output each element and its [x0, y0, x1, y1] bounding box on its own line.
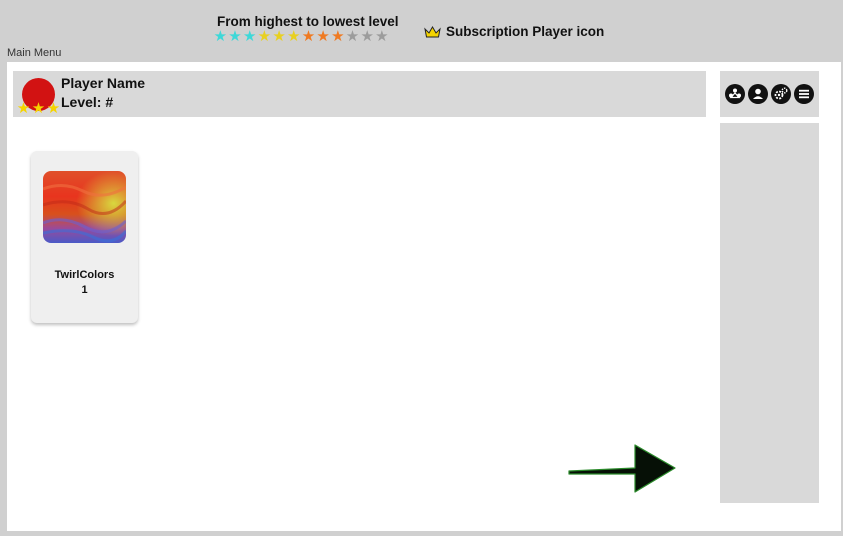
level-star-icon: ★ [360, 28, 374, 45]
crown-icon [424, 25, 441, 37]
subscription-legend: Subscription Player icon [424, 24, 604, 39]
game-title: TwirlColors [54, 269, 115, 281]
level-star-icon: ★ [316, 28, 330, 45]
level-star-icon: ★ [228, 28, 242, 45]
rank-star-icon: ★ [16, 100, 31, 117]
player-rank-stars: ★ ★ ★ [16, 101, 61, 117]
subscription-label: Subscription Player icon [446, 24, 605, 39]
menu-icon[interactable] [794, 84, 814, 104]
level-star-icon: ★ [331, 28, 345, 45]
legend-title: From highest to lowest level [217, 14, 399, 29]
game-count: 1 [81, 284, 88, 296]
main-menu-label: Main Menu [7, 47, 62, 59]
level-star-icon: ★ [301, 28, 316, 45]
game-card[interactable]: TwirlColors 1 [31, 151, 138, 323]
toolbar [720, 71, 819, 117]
rank-star-icon: ★ [46, 100, 61, 117]
arrow-right-icon[interactable] [563, 441, 679, 497]
level-star-icon: ★ [213, 28, 228, 45]
player-header: ★ ★ ★ Player Name Level: # [13, 71, 706, 117]
side-panel [720, 123, 819, 503]
level-stars-legend: ★ ★ ★ ★ ★ ★ ★ ★ ★ ★ ★ ★ [213, 28, 389, 46]
game-thumbnail [43, 171, 126, 243]
group-icon[interactable] [725, 84, 745, 104]
level-star-icon: ★ [257, 28, 272, 45]
level-star-icon: ★ [287, 28, 301, 45]
rank-star-icon: ★ [31, 100, 46, 117]
settings-icon[interactable] [771, 84, 791, 104]
player-name: Player Name [61, 75, 146, 91]
level-star-icon: ★ [242, 28, 257, 45]
player-level: Level: # [61, 94, 114, 110]
level-star-icon: ★ [272, 28, 286, 45]
main-menu-frame: ★ ★ ★ Player Name Level: # TwirlColors 1 [7, 62, 841, 531]
profile-icon[interactable] [748, 84, 768, 104]
level-star-icon: ★ [345, 28, 360, 45]
level-star-icon: ★ [375, 28, 389, 45]
